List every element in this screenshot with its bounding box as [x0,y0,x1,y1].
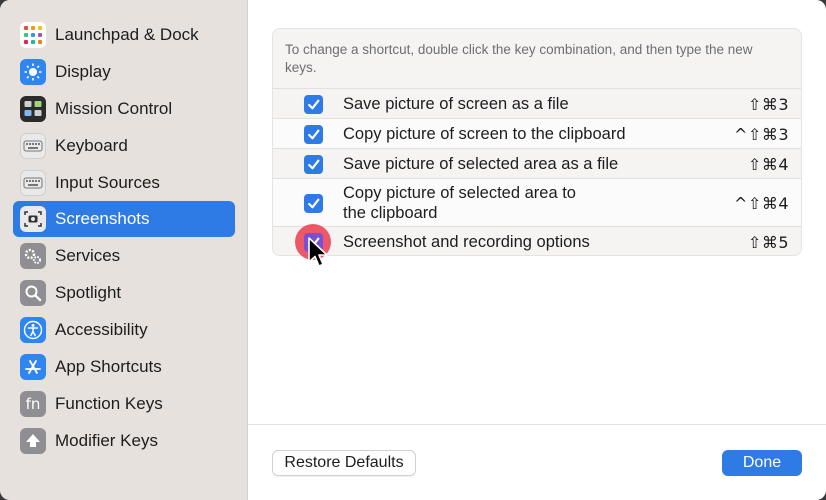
checkmark-icon [308,159,320,170]
shortcut-row[interactable]: Copy picture of selected area to the cli… [273,178,801,226]
shortcut-checkbox[interactable] [304,125,323,144]
sidebar-item-mission-control[interactable]: Mission Control [13,91,235,127]
shortcut-keys[interactable]: ⇧⌘3 [748,95,789,114]
sidebar-item-label: Accessibility [55,320,148,339]
shortcut-row[interactable]: Copy picture of screen to the clipboard … [273,118,801,148]
sidebar-item-launchpad-dock[interactable]: Launchpad & Dock [13,17,235,53]
keyboard-shortcuts-window: Launchpad & Dock Display Mission Control… [0,0,826,500]
sidebar-item-label: Mission Control [55,99,173,118]
shortcut-checkbox[interactable] [304,155,323,174]
shortcut-label: Copy picture of selected area to the cli… [343,183,576,223]
sidebar-item-display[interactable]: Display [13,54,235,90]
shortcut-label: Save picture of selected area as a file [343,155,619,173]
input-sources-icon [20,170,46,196]
shortcut-hint: To change a shortcut, double click the k… [285,42,753,75]
restore-defaults-button[interactable]: Restore Defaults [272,450,416,476]
shortcut-keys[interactable]: ⇧⌘5 [748,233,789,252]
shortcut-label: Save picture of screen as a file [343,95,569,113]
mouse-cursor-icon [308,237,328,267]
shortcut-keys[interactable]: ^⇧⌘4 [734,194,789,213]
sidebar-item-accessibility[interactable]: Accessibility [13,312,235,348]
shortcut-row[interactable]: Save picture of selected area as a file … [273,148,801,178]
sidebar-item-label: Launchpad & Dock [55,25,199,44]
sidebar-item-label: Function Keys [55,394,163,413]
shortcut-row[interactable]: Save picture of screen as a file ⇧⌘3 [273,88,801,118]
function-keys-icon: fn [20,391,46,417]
sidebar-item-label: Display [55,62,111,81]
done-button[interactable]: Done [722,450,802,476]
checkmark-icon [308,99,320,110]
checkmark-icon [308,198,320,209]
sidebar-item-modifier-keys[interactable]: Modifier Keys [13,423,235,459]
shortcut-keys[interactable]: ⇧⌘4 [748,155,789,174]
sidebar-item-label: Input Sources [55,173,160,192]
sidebar-item-label: Spotlight [55,283,122,302]
shortcut-label: Screenshot and recording options [343,233,590,251]
sidebar-item-app-shortcuts[interactable]: App Shortcuts [13,349,235,385]
shortcut-checkbox[interactable] [304,194,323,213]
shortcut-label: Copy picture of screen to the clipboard [343,125,626,143]
footer-divider [248,424,826,425]
launchpad-icon [20,22,46,48]
screenshots-icon [20,206,46,232]
sidebar-item-spotlight[interactable]: Spotlight [13,275,235,311]
sidebar-item-label: Keyboard [55,136,128,155]
sidebar-item-input-sources[interactable]: Input Sources [13,165,235,201]
shortcut-label-line: the clipboard [343,204,438,222]
app-shortcuts-icon [20,354,46,380]
checkmark-icon [308,129,320,140]
shortcut-checkbox[interactable] [304,95,323,114]
sidebar: Launchpad & Dock Display Mission Control… [0,0,248,500]
mission-control-icon [20,96,46,122]
accessibility-icon [20,317,46,343]
sidebar-item-label: Services [55,246,121,265]
sidebar-item-function-keys[interactable]: fn Function Keys [13,386,235,422]
main-content: To change a shortcut, double click the k… [248,0,826,500]
keyboard-icon [20,133,46,159]
shortcuts-panel: To change a shortcut, double click the k… [272,28,802,260]
spotlight-icon [20,280,46,306]
sidebar-item-label: App Shortcuts [55,357,162,376]
shortcut-label-line: Copy picture of selected area to [343,184,576,202]
sidebar-item-keyboard[interactable]: Keyboard [13,128,235,164]
sidebar-item-services[interactable]: Services [13,238,235,274]
sidebar-item-screenshots[interactable]: Screenshots [13,201,235,237]
sidebar-item-label: Screenshots [55,209,150,228]
sidebar-item-label: Modifier Keys [55,431,158,450]
shortcut-row[interactable]: Screenshot and recording options ⇧⌘5 [273,224,801,260]
modifier-keys-icon [20,428,46,454]
services-icon [20,243,46,269]
display-icon [20,59,46,85]
shortcut-keys[interactable]: ^⇧⌘3 [734,125,789,144]
